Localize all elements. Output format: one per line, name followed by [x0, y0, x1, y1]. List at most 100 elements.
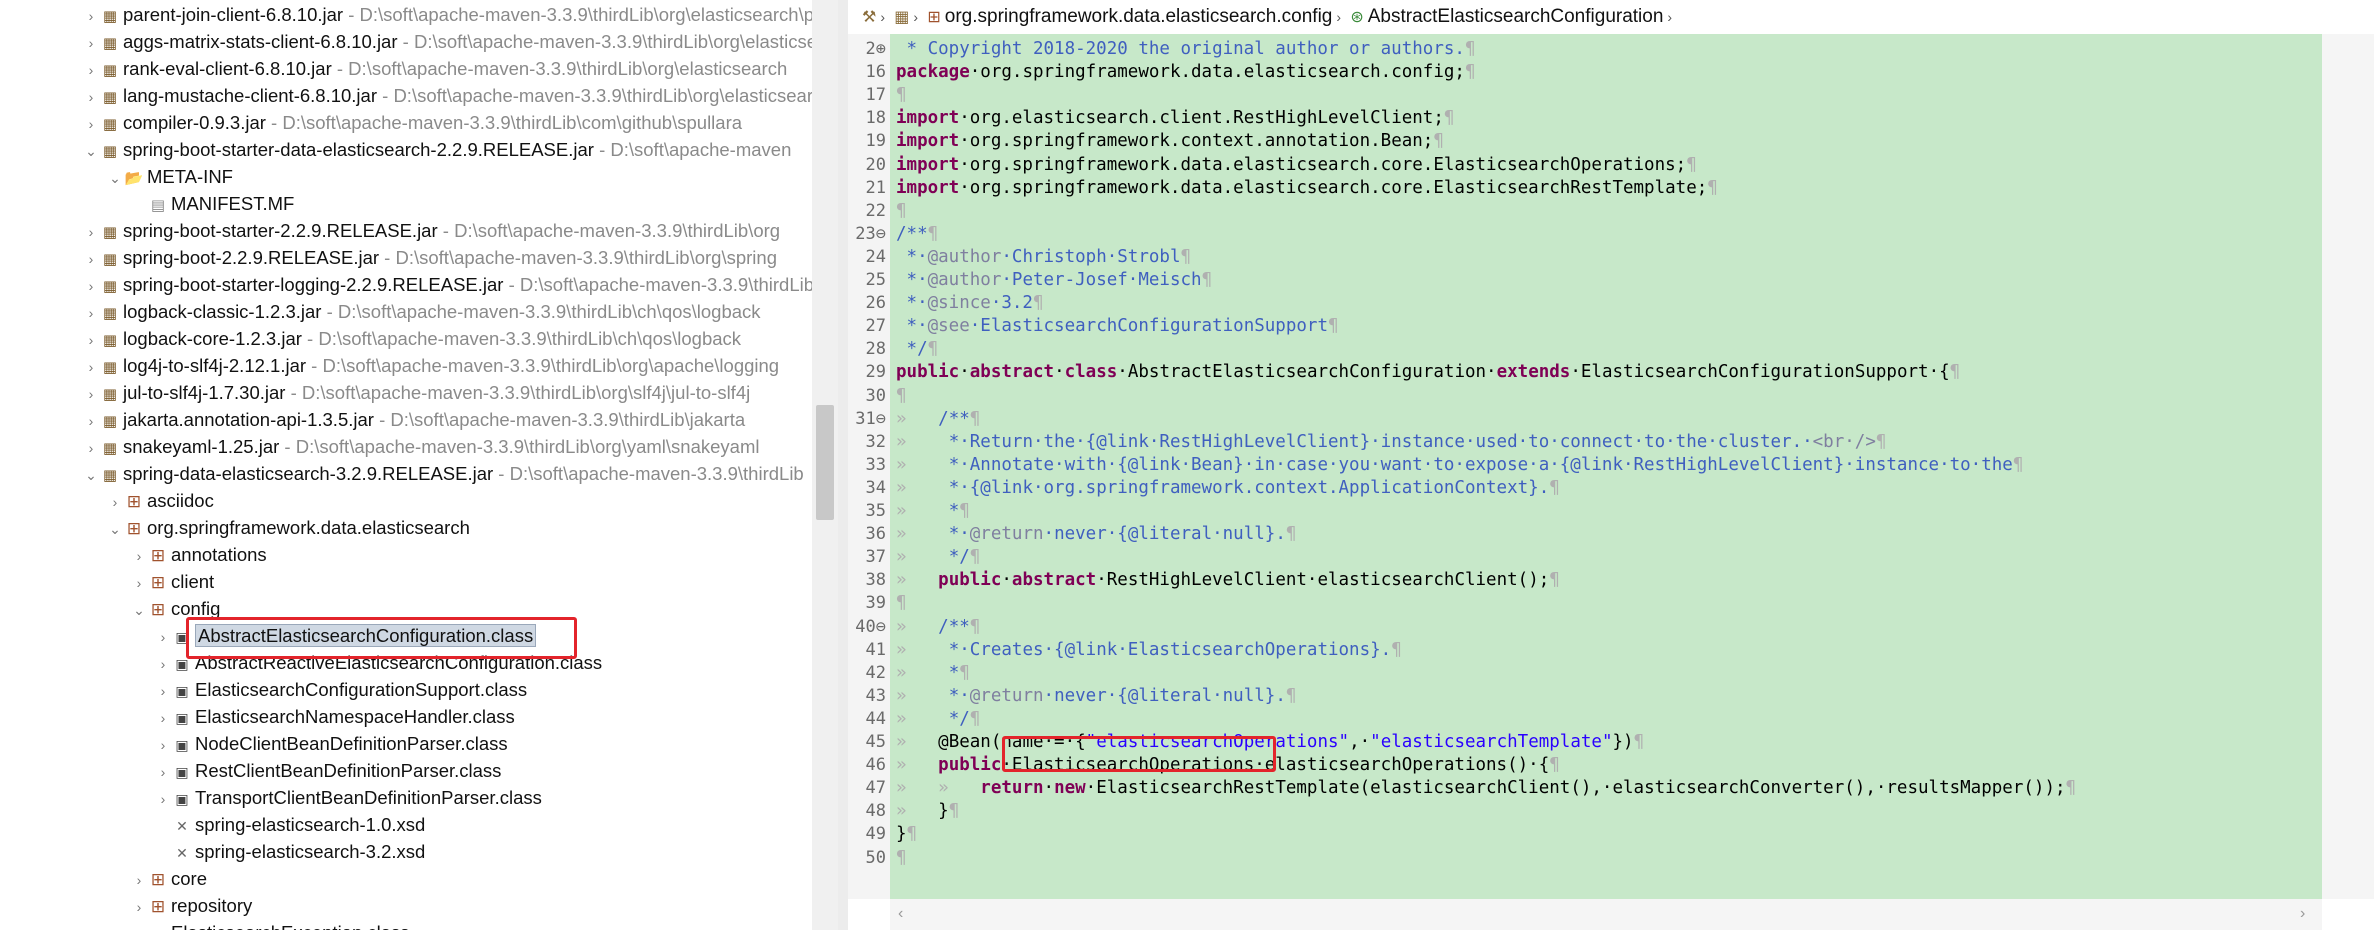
- tree-item[interactable]: › ▦ jakarta.annotation-api-1.3.5.jar - D:\…: [0, 406, 746, 435]
- expand-arrow-icon[interactable]: ›: [130, 570, 148, 597]
- tree-item[interactable]: › ▦ jul-to-slf4j-1.7.30.jar - D:\soft\apac…: [0, 379, 751, 408]
- code-token: return: [980, 778, 1044, 799]
- jar-icon: ▦: [102, 116, 118, 133]
- tree-item[interactable]: › ▣ RestClientBeanDefinitionParser.class: [0, 757, 502, 786]
- tree-item[interactable]: › ⊞ annotations: [0, 541, 267, 568]
- tree-item[interactable]: › ▦ spring-boot-starter-2.2.9.RELEASE.jar …: [0, 217, 780, 244]
- expand-arrow-icon[interactable]: ›: [82, 327, 100, 354]
- expand-arrow-icon[interactable]: ›: [154, 624, 172, 651]
- tree-item[interactable]: › ▦ lang-mustache-client-6.8.10.jar - D:\s…: [0, 82, 812, 109]
- tree-item[interactable]: › ⊞ repository: [0, 892, 253, 921]
- code-token: @author: [927, 270, 1002, 290]
- code-line: import·org.springframework.context.annot…: [896, 130, 1444, 153]
- code-token: class: [1064, 362, 1118, 383]
- code-token: public: [896, 362, 960, 383]
- expand-arrow-icon[interactable]: ›: [82, 3, 100, 30]
- expand-arrow-icon[interactable]: ›: [106, 489, 124, 516]
- tree-item[interactable]: ⌄ ▦ spring-data-elasticsearch-3.2.9.RELEAS…: [0, 460, 804, 487]
- tree-item[interactable]: › ⊞ core: [0, 865, 207, 892]
- expand-arrow-icon[interactable]: ›: [130, 543, 148, 570]
- tree-item[interactable]: ✕ spring-elasticsearch-1.0.xsd: [0, 811, 425, 838]
- expand-arrow-icon[interactable]: ›: [130, 894, 148, 921]
- view-splitter[interactable]: [838, 0, 848, 930]
- tree-item[interactable]: › ▦ snakeyaml-1.25.jar - D:\soft\apache-ma…: [0, 433, 760, 462]
- tree-item[interactable]: ✕ spring-elasticsearch-3.2.xsd: [0, 838, 425, 865]
- code-token: ·org.springframework.context.annotation.…: [959, 131, 1434, 152]
- editor-horizontal-scrollbar[interactable]: ‹ ›: [890, 899, 2322, 930]
- editor-vertical-scrollbar[interactable]: [2322, 34, 2374, 899]
- expand-arrow-icon[interactable]: ›: [82, 30, 100, 57]
- scroll-right-icon[interactable]: ›: [2300, 905, 2305, 923]
- jar-icon[interactable]: ▦: [894, 9, 909, 26]
- tree-item[interactable]: › ▦ logback-classic-1.2.3.jar - D:\soft\ap…: [0, 298, 761, 325]
- scroll-left-icon[interactable]: ‹: [898, 905, 903, 923]
- code-line: * Copyright 2018-2020 the original autho…: [896, 38, 1476, 61]
- expand-arrow-icon[interactable]: ›: [82, 246, 100, 273]
- expand-arrow-icon[interactable]: ›: [154, 759, 172, 786]
- tree-item[interactable]: ⌄ 📂 META-INF: [0, 163, 233, 190]
- tree-item[interactable]: ›▣ElasticsearchException.class: [0, 919, 410, 930]
- tree-item[interactable]: › ▦ logback-core-1.2.3.jar - D:\soft\apach…: [0, 325, 741, 352]
- expand-arrow-icon[interactable]: ›: [154, 651, 172, 678]
- highlight-return-type: [1002, 736, 1276, 772]
- line-number: 28: [865, 339, 886, 360]
- tree-item[interactable]: › ⊞ asciidoc: [0, 487, 214, 514]
- expand-arrow-icon[interactable]: ›: [82, 354, 100, 381]
- expand-arrow-icon[interactable]: ›: [130, 867, 148, 894]
- expand-arrow-icon[interactable]: ›: [154, 732, 172, 759]
- collapse-arrow-icon[interactable]: ⌄: [82, 138, 100, 165]
- project-icon[interactable]: ⚒: [862, 9, 876, 26]
- collapse-arrow-icon[interactable]: ⌄: [130, 597, 148, 624]
- tree-item[interactable]: ⌄ ▦ spring-boot-starter-data-elasticsearch…: [0, 136, 791, 163]
- tree-item[interactable]: › ▣ ElasticsearchConfigurationSupport.clas…: [0, 676, 528, 705]
- expand-arrow-icon[interactable]: ›: [154, 705, 172, 732]
- expand-arrow-icon[interactable]: ›: [82, 435, 100, 462]
- tree-item[interactable]: › ▦ parent-join-client-6.8.10.jar - D:\sof…: [0, 1, 812, 28]
- tree-item[interactable]: › ▣ NodeClientBeanDefinitionParser.class: [0, 730, 508, 757]
- code-line: *·@author·Christoph·Strobl¶: [896, 246, 1192, 269]
- code-line: » *·Return·the·{@link·RestHighLevelClien…: [896, 431, 1886, 454]
- code-token: }): [1612, 732, 1634, 752]
- tree-item[interactable]: ▤ MANIFEST.MF: [0, 190, 294, 217]
- code-token: */: [938, 708, 970, 729]
- expand-arrow-icon[interactable]: ›: [82, 219, 100, 246]
- code-line: *·@since·3.2¶: [896, 292, 1044, 315]
- collapse-arrow-icon[interactable]: ⌄: [106, 165, 124, 192]
- code-token: import: [896, 131, 960, 152]
- expand-arrow-icon[interactable]: ›: [82, 300, 100, 327]
- collapse-arrow-icon[interactable]: ⌄: [82, 462, 100, 489]
- line-number: 26: [865, 293, 886, 314]
- tree-item[interactable]: › ▣ ElasticsearchNamespaceHandler.class: [0, 703, 515, 730]
- tree-item[interactable]: › ▦ aggs-matrix-stats-client-6.8.10.jar - …: [0, 28, 812, 55]
- code-line: import·org.springframework.data.elastics…: [896, 177, 1718, 200]
- tree-item[interactable]: › ⊞ client: [0, 568, 215, 597]
- tree-item[interactable]: › ▦ rank-eval-client-6.8.10.jar - D:\soft\…: [0, 55, 788, 84]
- breadcrumb-package[interactable]: org.springframework.data.elasticsearch.c…: [945, 6, 1333, 27]
- tree-item[interactable]: › ▦ compiler-0.9.3.jar - D:\soft\apache-ma…: [0, 109, 742, 136]
- pilcrow-icon: ¶: [1180, 246, 1192, 267]
- expand-arrow-icon[interactable]: ›: [82, 408, 100, 435]
- tree-item[interactable]: ⌄ ⊞ org.springframework.data.elasticsearch: [0, 514, 470, 541]
- code-line: » */¶: [896, 546, 980, 569]
- expand-arrow-icon[interactable]: ›: [130, 921, 148, 930]
- tree-item-path: - D:\soft\apache-maven-3.3.9\thirdLib\or…: [397, 31, 812, 52]
- expand-arrow-icon[interactable]: ›: [82, 57, 100, 84]
- tree-item[interactable]: › ▦ spring-boot-starter-logging-2.2.9.RELE…: [0, 271, 812, 298]
- breadcrumb-class[interactable]: AbstractElasticsearchConfiguration: [1368, 6, 1664, 27]
- expand-arrow-icon[interactable]: ›: [82, 111, 100, 138]
- tree-scrollbar-thumb[interactable]: [816, 405, 834, 520]
- tree-item[interactable]: › ▣ TransportClientBeanDefinitionParser.cl…: [0, 784, 542, 811]
- code-token: ·3.2: [990, 293, 1033, 314]
- expand-arrow-icon[interactable]: ›: [82, 84, 100, 111]
- package-icon: ⊞: [126, 519, 142, 538]
- tree-item[interactable]: › ▦ log4j-to-slf4j-2.12.1.jar - D:\soft\ap…: [0, 352, 779, 379]
- expand-arrow-icon[interactable]: ›: [82, 273, 100, 300]
- code-token: @author: [927, 246, 1002, 267]
- expand-arrow-icon[interactable]: ›: [154, 786, 172, 813]
- expand-arrow-icon[interactable]: ›: [154, 678, 172, 705]
- code-token: *·: [896, 270, 928, 290]
- tree-item[interactable]: › ▦ spring-boot-2.2.9.RELEASE.jar - D:\sof…: [0, 244, 777, 271]
- expand-arrow-icon[interactable]: ›: [82, 381, 100, 408]
- pilcrow-icon: ¶: [969, 408, 981, 429]
- collapse-arrow-icon[interactable]: ⌄: [106, 516, 124, 543]
